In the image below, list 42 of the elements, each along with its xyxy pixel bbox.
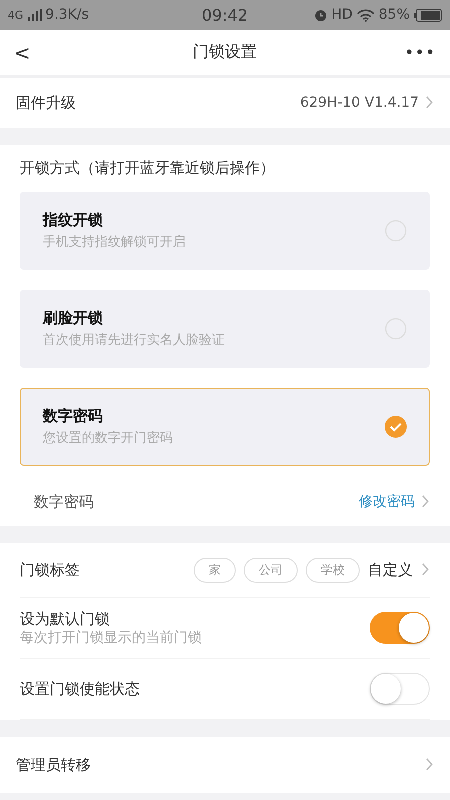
alarm-icon (314, 8, 328, 22)
toggle-switch[interactable] (370, 612, 430, 644)
password-label: 数字密码 (34, 492, 94, 512)
admin-transfer-label: 管理员转移 (16, 756, 91, 774)
unlock-option-card[interactable]: 数字密码 您设置的数字开门密码 (20, 388, 430, 466)
option-description: 您设置的数字开门密码 (43, 430, 173, 447)
unlock-option-card[interactable]: 指纹开锁 手机支持指纹解锁可开启 (20, 192, 430, 270)
network-speed: 9.3K/s (46, 7, 89, 23)
chevron-icon (425, 96, 434, 110)
more-button[interactable]: ••• (376, 43, 436, 62)
setting-label: 设置门锁使能状态 (20, 680, 140, 698)
page-title: 门锁设置 (192, 42, 258, 63)
wifi-icon (356, 8, 375, 22)
custom-tag-link[interactable]: 自定义 (368, 560, 413, 580)
option-title: 数字密码 (43, 407, 104, 426)
option-title: 刷脸开锁 (43, 309, 104, 328)
change-password-link[interactable]: 修改密码 (359, 493, 415, 511)
back-button[interactable]: < (14, 40, 74, 64)
signal-icon (28, 9, 42, 21)
section-heading: 开锁方式（请打开蓝牙靠近锁后操作） (19, 159, 276, 179)
option-description: 首次使用请先进行实名人脸验证 (43, 332, 225, 349)
radio-icon[interactable] (385, 318, 407, 340)
option-description: 手机支持指纹解锁可开启 (43, 234, 186, 251)
chevron-icon (421, 495, 430, 509)
radio-icon[interactable] (385, 220, 407, 242)
hd-label: HD (332, 7, 353, 23)
network-type: 4G (8, 8, 24, 22)
setting-label: 设为默认门锁 (20, 610, 111, 628)
admin-transfer-row[interactable]: 管理员转移 (0, 737, 450, 793)
firmware-label: 固件升级 (16, 94, 76, 112)
setting-description: 每次打开门锁显示的当前门锁 (20, 628, 202, 646)
tags-label: 门锁标签 (20, 560, 80, 580)
firmware-row[interactable]: 固件升级 629H-10 V1.4.17 (0, 78, 450, 128)
clock: 09:42 (202, 6, 248, 24)
checked-radio-icon[interactable] (385, 416, 407, 438)
unlock-option-card[interactable]: 刷脸开锁 首次使用请先进行实名人脸验证 (20, 290, 430, 368)
battery-icon (414, 8, 442, 22)
battery-percent: 85% (378, 7, 410, 23)
firmware-version: 629H-10 V1.4.17 (300, 95, 419, 111)
chevron-icon (425, 758, 434, 772)
option-title: 指纹开锁 (43, 211, 104, 230)
chevron-icon (421, 563, 430, 577)
